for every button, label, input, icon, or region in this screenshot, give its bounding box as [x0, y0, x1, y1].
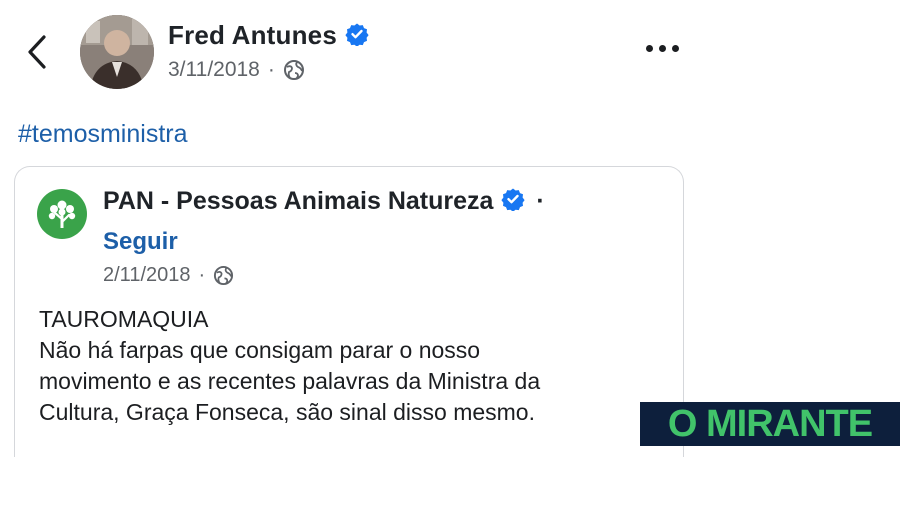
author-name-row: Fred Antunes: [168, 20, 369, 53]
pan-logo-avatar[interactable]: [37, 189, 87, 239]
more-options-icon-dot: [671, 44, 679, 52]
meta-separator: ·: [267, 58, 275, 81]
globe-icon[interactable]: [213, 265, 234, 286]
author-name[interactable]: Fred Antunes: [168, 20, 337, 50]
verified-badge-icon: [345, 22, 369, 53]
tree-icon: [48, 200, 76, 228]
shared-meta: 2/11/2018 ·: [103, 264, 234, 287]
avatar[interactable]: [80, 15, 154, 89]
verified-badge-icon: [501, 187, 526, 218]
avatar-photo: [80, 15, 154, 89]
watermark-logo: O MIRANTE: [640, 402, 900, 446]
hashtag-link[interactable]: #temosministra: [18, 120, 188, 149]
shared-post-card[interactable]: PAN - Pessoas Animais Natureza · Seguir …: [14, 166, 684, 457]
post-date[interactable]: 3/11/2018: [168, 58, 260, 82]
more-options-button[interactable]: [640, 36, 684, 60]
back-button[interactable]: [22, 30, 52, 74]
shared-post-text: TAUROMAQUIA Não há farpas que consigam p…: [39, 306, 541, 425]
shared-date[interactable]: 2/11/2018: [103, 264, 191, 287]
more-options-icon-dot: [658, 44, 666, 52]
globe-icon[interactable]: [283, 59, 305, 81]
watermark-text: O MIRANTE: [667, 402, 873, 445]
shared-page-name-row: PAN - Pessoas Animais Natureza ·: [103, 187, 545, 218]
more-options-icon: [645, 44, 653, 52]
name-separator: ·: [536, 187, 545, 216]
follow-button[interactable]: Seguir: [103, 228, 178, 256]
post-meta: 3/11/2018 ·: [168, 58, 305, 82]
shared-page-name[interactable]: PAN - Pessoas Animais Natureza: [103, 187, 493, 215]
chevron-left-icon: [28, 35, 46, 69]
meta-separator: ·: [198, 264, 206, 286]
